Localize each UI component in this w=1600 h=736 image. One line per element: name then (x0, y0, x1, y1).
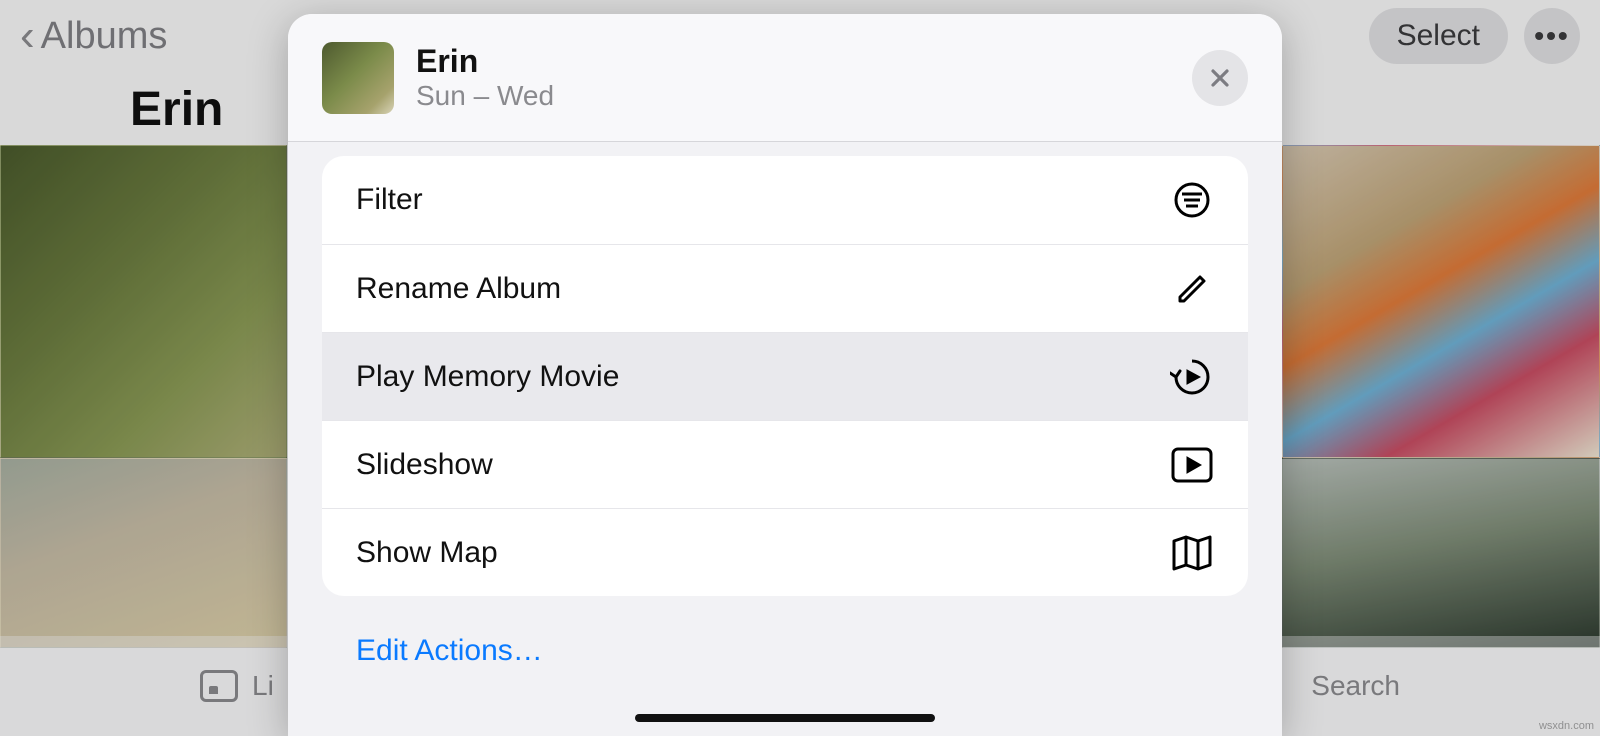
action-show-map[interactable]: Show Map (322, 508, 1248, 596)
action-label: Show Map (356, 536, 1170, 570)
memory-play-icon (1170, 355, 1214, 399)
action-label: Slideshow (356, 448, 1170, 482)
sheet-subtitle: Sun – Wed (416, 80, 1170, 112)
home-indicator[interactable] (635, 714, 935, 722)
action-sheet: Erin Sun – Wed Filter Rename Album Play … (288, 14, 1282, 736)
sheet-thumbnail (322, 42, 394, 114)
pencil-icon (1170, 269, 1214, 309)
edit-actions-row[interactable]: Edit Actions… (288, 596, 1282, 668)
action-list: Filter Rename Album Play Memory Movie Sl… (322, 156, 1248, 596)
action-filter[interactable]: Filter (322, 156, 1248, 244)
filter-icon (1170, 180, 1214, 220)
action-label: Play Memory Movie (356, 360, 1170, 394)
action-slideshow[interactable]: Slideshow (322, 420, 1248, 508)
action-label: Filter (356, 183, 1170, 217)
watermark: wsxdn.com (1539, 720, 1594, 732)
close-button[interactable] (1192, 50, 1248, 106)
action-label: Rename Album (356, 272, 1170, 306)
sheet-header: Erin Sun – Wed (288, 14, 1282, 142)
action-play-memory-movie[interactable]: Play Memory Movie (322, 332, 1248, 420)
play-rect-icon (1170, 446, 1214, 484)
close-icon (1208, 66, 1232, 90)
edit-actions-label: Edit Actions… (356, 634, 543, 667)
action-rename-album[interactable]: Rename Album (322, 244, 1248, 332)
map-icon (1170, 533, 1214, 573)
sheet-title: Erin (416, 43, 1170, 80)
